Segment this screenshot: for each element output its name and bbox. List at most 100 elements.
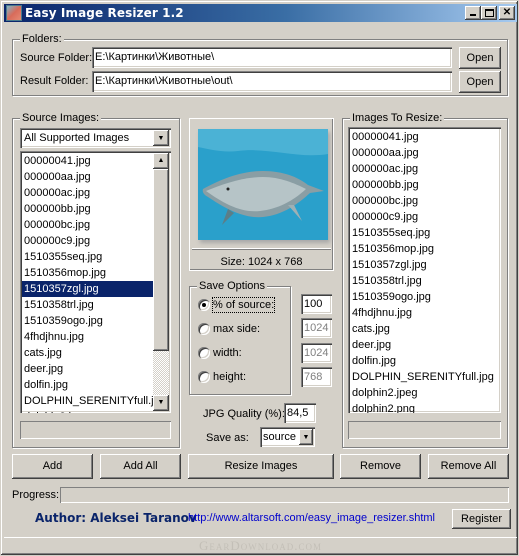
list-item[interactable]: 1510356mop.jpg	[22, 265, 153, 281]
list-item[interactable]: 000000ac.jpg	[350, 161, 499, 177]
preview-size-text: Size: 1024 x 768	[220, 256, 303, 268]
list-item[interactable]: dolfin.jpg	[350, 353, 499, 369]
list-item[interactable]: 1510359ogo.jpg	[22, 313, 153, 329]
list-item[interactable]: 1510357zgl.jpg	[350, 257, 499, 273]
app-icon	[6, 5, 22, 21]
dolphin-image	[198, 129, 328, 240]
list-item[interactable]: 000000bb.jpg	[22, 201, 153, 217]
list-item[interactable]: DOLPHIN_SERENITYfull.jpg	[22, 393, 153, 409]
save-as-value: source	[263, 431, 297, 443]
chevron-down-icon: ▼	[302, 434, 310, 441]
height-input[interactable]: 768	[301, 367, 332, 387]
list-item[interactable]: dolfin.jpg	[22, 377, 153, 393]
preview-size-divider	[192, 248, 331, 250]
add-all-button[interactable]: Add All	[100, 454, 181, 479]
source-list-scrollbar[interactable]: ▲ ▼	[153, 153, 169, 411]
preview-panel: Size: 1024 x 768	[189, 118, 334, 271]
list-item[interactable]: 1510359ogo.jpg	[350, 289, 499, 305]
list-item[interactable]: 00000041.jpg	[350, 129, 499, 145]
list-item[interactable]: cats.jpg	[350, 321, 499, 337]
file-filter-dropdown-button[interactable]: ▼	[153, 130, 169, 146]
list-item[interactable]: dolphin2.png	[350, 401, 499, 413]
remove-button[interactable]: Remove	[340, 454, 421, 479]
list-item[interactable]: dolphin2.jpeg	[350, 385, 499, 401]
list-item[interactable]: cats.jpg	[22, 345, 153, 361]
app-window: Easy Image Resizer 1.2 ✕ Folders: Source…	[0, 0, 519, 556]
scroll-up-button[interactable]: ▲	[153, 153, 169, 169]
maximize-button[interactable]	[481, 6, 497, 20]
percent-radio-label[interactable]: % of source:	[211, 297, 276, 313]
progress-label: Progress:	[12, 489, 60, 501]
list-item[interactable]: deer.jpg	[350, 337, 499, 353]
result-folder-label: Result Folder:	[20, 75, 89, 87]
list-item[interactable]: 000000bb.jpg	[350, 177, 499, 193]
list-item[interactable]: 4fhdjhnu.jpg	[350, 305, 499, 321]
jpg-quality-label: JPG Quality (%):	[203, 408, 285, 420]
list-item[interactable]: 1510355seq.jpg	[22, 249, 153, 265]
progress-bar	[60, 487, 509, 503]
list-item[interactable]: 1510355seq.jpg	[350, 225, 499, 241]
result-folder-open-button[interactable]: Open	[459, 71, 501, 93]
close-button[interactable]: ✕	[499, 6, 515, 20]
percent-input[interactable]: 100	[301, 294, 332, 314]
add-button[interactable]: Add	[12, 454, 93, 479]
width-radio-label[interactable]: width:	[213, 346, 242, 360]
list-item[interactable]: 000000bc.jpg	[350, 193, 499, 209]
source-status-panel	[20, 421, 171, 439]
list-item[interactable]: 1510357zgl.jpg	[22, 281, 153, 297]
list-item[interactable]: 000000aa.jpg	[350, 145, 499, 161]
height-radio-label[interactable]: height:	[213, 370, 246, 384]
list-item[interactable]: 1510356mop.jpg	[350, 241, 499, 257]
register-button[interactable]: Register	[452, 509, 511, 529]
chevron-down-icon: ▼	[157, 399, 165, 406]
list-item[interactable]: dolphin2.jpeg	[22, 409, 153, 413]
scroll-thumb[interactable]	[153, 169, 169, 351]
author-text: Author: Aleksei Taranov	[35, 511, 197, 525]
scroll-down-button[interactable]: ▼	[153, 395, 169, 411]
width-input[interactable]: 1024	[301, 343, 332, 363]
source-folder-label: Source Folder:	[20, 52, 93, 64]
chevron-up-icon: ▲	[157, 157, 165, 164]
save-options-group-label: Save Options	[197, 279, 268, 293]
minimize-icon	[470, 14, 476, 16]
maximize-icon	[484, 9, 494, 17]
max-side-input[interactable]: 1024	[301, 318, 332, 338]
images-to-resize-items: 00000041.jpg 000000aa.jpg 000000ac.jpg 0000…	[350, 129, 499, 413]
remove-all-button[interactable]: Remove All	[428, 454, 509, 479]
percent-radio[interactable]	[198, 299, 210, 311]
source-folder-input[interactable]: E:\Картинки\Животные\	[92, 47, 452, 68]
list-item[interactable]: DOLPHIN_SERENITYfull.jpg	[350, 369, 499, 385]
images-to-resize-list[interactable]: 00000041.jpg 000000aa.jpg 000000ac.jpg 0000…	[348, 127, 501, 413]
resize-images-button[interactable]: Resize Images	[188, 454, 334, 479]
list-item[interactable]: 1510358trl.jpg	[22, 297, 153, 313]
list-item[interactable]: 000000bc.jpg	[22, 217, 153, 233]
max-side-radio-label[interactable]: max side:	[213, 322, 260, 336]
list-item[interactable]: deer.jpg	[22, 361, 153, 377]
result-folder-input[interactable]: E:\Картинки\Животные\out\	[92, 71, 452, 92]
window-title: Easy Image Resizer 1.2	[25, 6, 184, 20]
images-to-resize-group-label: Images To Resize:	[350, 111, 445, 125]
source-folder-open-button[interactable]: Open	[459, 47, 501, 69]
title-bar[interactable]: Easy Image Resizer 1.2 ✕	[4, 4, 517, 22]
source-images-list[interactable]: 00000041.jpg 000000aa.jpg 000000ac.jpg 0000…	[20, 151, 171, 413]
save-as-dropdown-button[interactable]: ▼	[299, 429, 313, 445]
resize-status-panel	[348, 421, 501, 439]
watermark: GearDownload.com	[4, 537, 517, 554]
minimize-button[interactable]	[465, 6, 481, 20]
source-images-items: 00000041.jpg 000000aa.jpg 000000ac.jpg 0000…	[22, 153, 153, 413]
jpg-quality-input[interactable]: 84,5	[284, 403, 316, 423]
list-item[interactable]: 000000ac.jpg	[22, 185, 153, 201]
list-item[interactable]: 000000aa.jpg	[22, 169, 153, 185]
height-radio[interactable]	[198, 371, 210, 383]
width-radio[interactable]	[198, 347, 210, 359]
close-icon: ✕	[502, 7, 512, 18]
list-item[interactable]: 000000c9.jpg	[350, 209, 499, 225]
list-item[interactable]: 000000c9.jpg	[22, 233, 153, 249]
website-link[interactable]: http://www.altarsoft.com/easy_image_resi…	[188, 512, 435, 524]
list-item[interactable]: 4fhdjhnu.jpg	[22, 329, 153, 345]
list-item[interactable]: 1510358trl.jpg	[350, 273, 499, 289]
max-side-radio[interactable]	[198, 323, 210, 335]
list-item[interactable]: 00000041.jpg	[22, 153, 153, 169]
save-as-select[interactable]: source ▼	[260, 427, 315, 447]
file-filter-select[interactable]: All Supported Images ▼	[20, 128, 171, 148]
